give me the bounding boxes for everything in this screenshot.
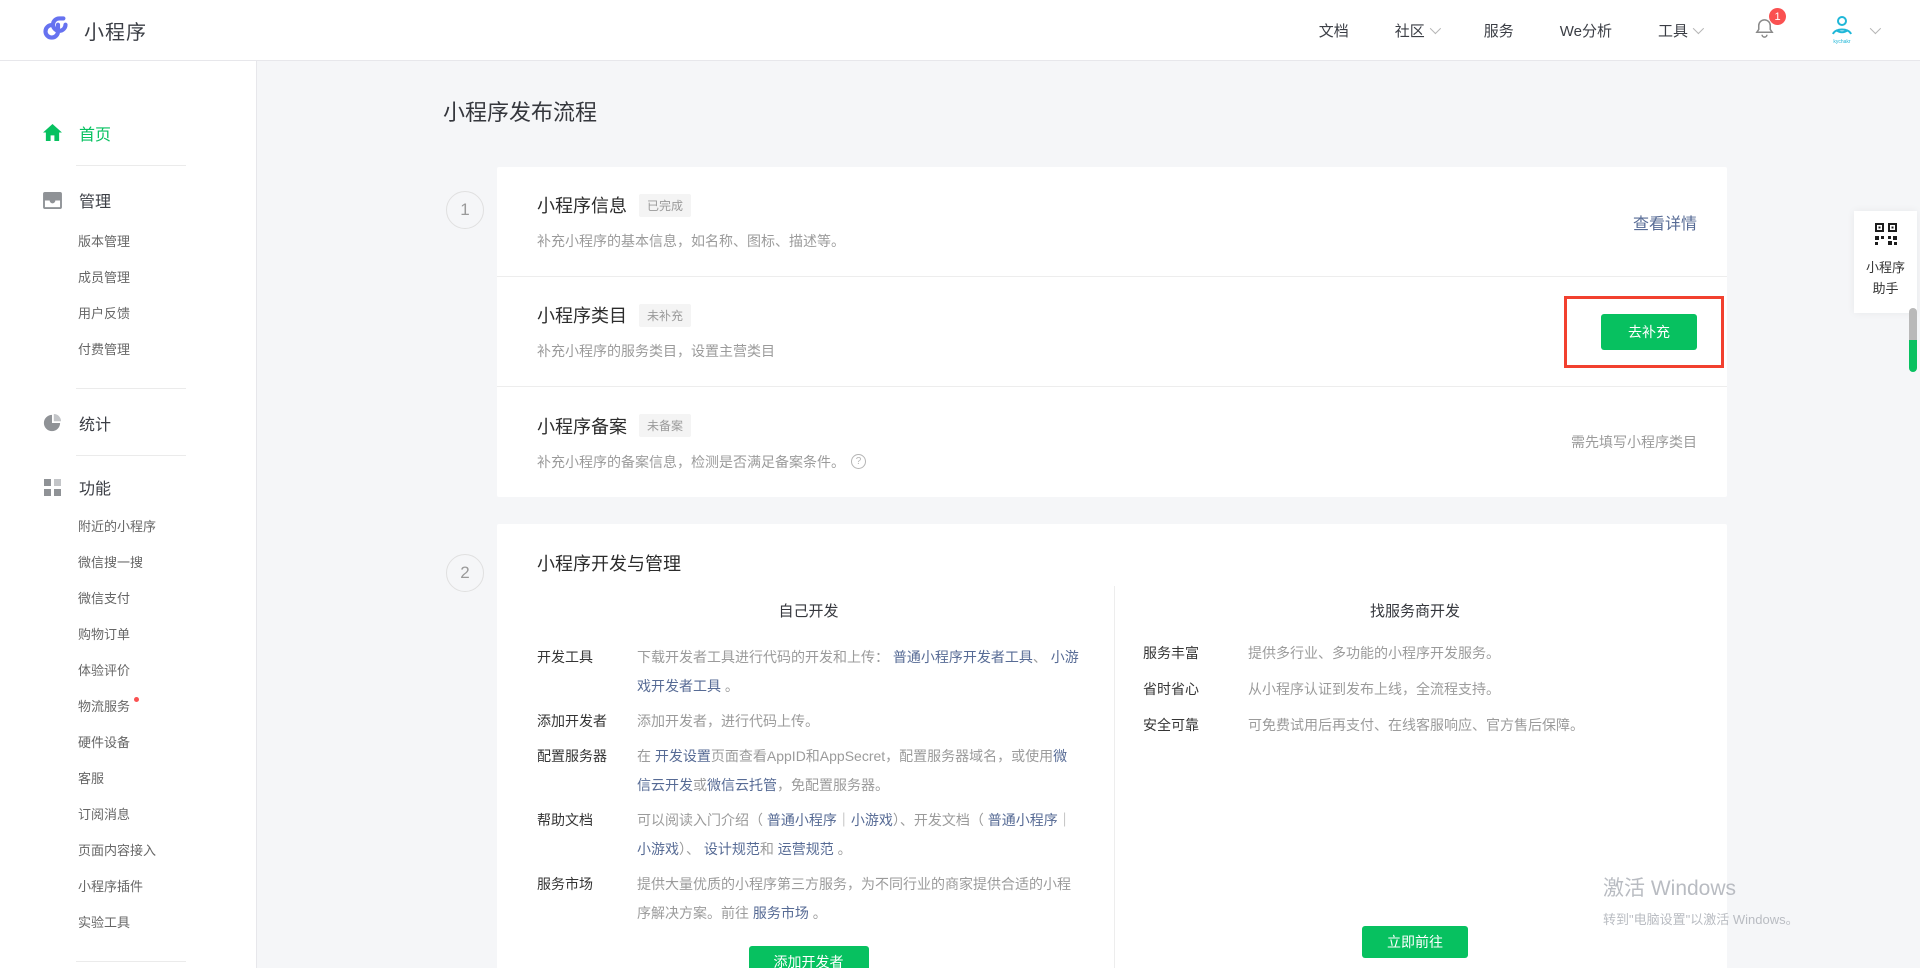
service-market-row: 服务市场 提供大量优质的小程序第三方服务，为不同行业的商家提供合适的小程序解决方…	[537, 870, 1080, 928]
sidebar-group-management[interactable]: 管理	[0, 188, 256, 212]
sidebar: 首页 管理 版本管理 成员管理 用户反馈 付费管理	[0, 61, 257, 968]
qr-code-icon	[1875, 232, 1897, 249]
section-title: 小程序备案	[537, 413, 627, 439]
vendor-develop-column: 找服务商开发 服务丰富 提供多行业、多功能的小程序开发服务。 省时省心 从小程序…	[1115, 586, 1687, 968]
intro-game-link[interactable]: 小游戏	[851, 812, 893, 828]
operation-spec-link[interactable]: 运营规范	[778, 841, 834, 857]
sidebar-item-wechat-search[interactable]: 微信搜一搜	[0, 545, 256, 581]
sidebar-item-miniprogram-plugins[interactable]: 小程序插件	[0, 869, 256, 905]
nav-docs[interactable]: 文档	[1319, 20, 1349, 41]
cloud-hosting-link[interactable]: 微信云托管	[707, 777, 777, 793]
sidebar-item-version-management[interactable]: 版本管理	[0, 224, 256, 260]
sidebar-item-nearby-miniprograms[interactable]: 附近的小程序	[0, 509, 256, 545]
new-indicator-dot	[134, 697, 139, 702]
miniprogram-filing-section: 小程序备案 未备案 补充小程序的备案信息，检测是否满足备案条件。 ? 需先填写小…	[497, 387, 1727, 497]
top-navigation: 文档 社区 服务 We分析 工具 1	[1319, 13, 1878, 47]
sidebar-item-logistics-service[interactable]: 物流服务	[0, 689, 256, 725]
step2-number: 2	[446, 554, 484, 592]
step1-number: 1	[446, 191, 484, 229]
design-spec-link[interactable]: 设计规范	[704, 841, 760, 857]
intro-miniprogram-link[interactable]: 普通小程序	[767, 812, 837, 828]
sidebar-item-home[interactable]: 首页	[0, 121, 256, 145]
bell-icon	[1753, 26, 1776, 43]
sidebar-group-statistics[interactable]: 统计	[0, 411, 256, 435]
home-icon	[42, 124, 62, 142]
sidebar-item-page-content-access[interactable]: 页面内容接入	[0, 833, 256, 869]
nav-we-analytics[interactable]: We分析	[1560, 20, 1612, 41]
miniprogram-info-section: 小程序信息 已完成 补充小程序的基本信息，如名称、图标、描述等。 查看详情	[497, 167, 1727, 277]
sidebar-item-user-feedback[interactable]: 用户反馈	[0, 296, 256, 332]
nav-community[interactable]: 社区	[1395, 20, 1438, 41]
sidebar-divider	[76, 455, 186, 456]
chevron-down-icon	[1693, 23, 1704, 34]
sidebar-divider	[76, 165, 186, 166]
topbar: 小程序 文档 社区 服务 We分析 工具 1	[0, 0, 1920, 61]
docs-game-link[interactable]: 小游戏	[637, 841, 679, 857]
help-docs-row: 帮助文档 可以阅读入门介绍（ 普通小程序｜小游戏）、开发文档（ 普通小程序｜小游…	[537, 806, 1080, 864]
sidebar-item-experimental-tools[interactable]: 实验工具	[0, 905, 256, 941]
help-icon[interactable]: ?	[851, 454, 866, 469]
configure-server-row: 配置服务器 在 开发设置页面查看AppID和AppSecret，配置服务器域名，…	[537, 742, 1080, 800]
add-developer-button[interactable]: 添加开发者	[749, 946, 869, 968]
column-header: 找服务商开发	[1143, 600, 1687, 621]
page-title: 小程序发布流程	[443, 95, 1920, 127]
dev-tools-row: 开发工具 下载开发者工具进行代码的开发和上传： 普通小程序开发者工具、 小游戏开…	[537, 643, 1080, 701]
sidebar-item-payment-management[interactable]: 付费管理	[0, 332, 256, 368]
sidebar-item-subscription-messages[interactable]: 订阅消息	[0, 797, 256, 833]
step1-card: 1 小程序信息 已完成 补充小程序的基本信息，如名称、图标、描述等。 查看详情	[497, 167, 1727, 497]
status-badge: 未备案	[639, 414, 691, 437]
pie-chart-icon	[42, 414, 62, 432]
avatar-caption: kychakr	[1833, 40, 1850, 45]
safe-reliable-row: 安全可靠 可免费试用后再支付、在线客服响应、官方售后保障。	[1143, 715, 1687, 736]
main-content: 小程序发布流程 1 小程序信息 已完成 补充小程序的基本信息，如名称、图标、描述…	[257, 61, 1920, 968]
sidebar-item-hardware-devices[interactable]: 硬件设备	[0, 725, 256, 761]
sidebar-item-experience-review[interactable]: 体验评价	[0, 653, 256, 689]
sidebar-divider	[76, 388, 186, 389]
status-badge: 未补充	[639, 304, 691, 327]
sidebar-item-wechat-pay[interactable]: 微信支付	[0, 581, 256, 617]
section-title: 小程序类目	[537, 302, 627, 328]
section-title: 小程序信息	[537, 192, 627, 218]
grid-icon	[42, 479, 62, 496]
prerequisite-note: 需先填写小程序类目	[1571, 432, 1697, 452]
scrollbar-thumb[interactable]	[1909, 308, 1917, 372]
status-badge: 已完成	[639, 194, 691, 217]
column-header: 自己开发	[537, 600, 1080, 621]
sidebar-item-member-management[interactable]: 成员管理	[0, 260, 256, 296]
sidebar-divider	[76, 961, 186, 962]
logo-text: 小程序	[84, 16, 147, 45]
notification-count-badge: 1	[1769, 8, 1786, 25]
chevron-down-icon	[1870, 23, 1881, 34]
step2-card: 2 小程序开发与管理 自己开发 开发工具 下载开发者工具进行代码的开发和上传： …	[497, 524, 1727, 968]
miniprogram-logo-icon	[43, 13, 73, 48]
self-develop-column: 自己开发 开发工具 下载开发者工具进行代码的开发和上传： 普通小程序开发者工具、…	[537, 586, 1115, 968]
app-logo[interactable]: 小程序	[43, 13, 147, 48]
docs-miniprogram-link[interactable]: 普通小程序	[988, 812, 1058, 828]
dev-settings-link[interactable]: 开发设置	[655, 748, 711, 764]
chevron-down-icon	[1429, 23, 1440, 34]
devtools-link[interactable]: 普通小程序开发者工具	[893, 649, 1033, 665]
time-saving-row: 省时省心 从小程序认证到发布上线，全流程支持。	[1143, 679, 1687, 700]
rich-services-row: 服务丰富 提供多行业、多功能的小程序开发服务。	[1143, 643, 1687, 664]
step2-title: 小程序开发与管理	[537, 550, 1687, 576]
add-developer-row: 添加开发者 添加开发者，进行代码上传。	[537, 707, 1080, 736]
go-now-button[interactable]: 立即前往	[1362, 926, 1468, 958]
service-market-link[interactable]: 服务市场	[753, 905, 809, 921]
view-details-link[interactable]: 查看详情	[1633, 210, 1697, 234]
sidebar-item-customer-service[interactable]: 客服	[0, 761, 256, 797]
go-complete-button[interactable]: 去补充	[1601, 314, 1697, 350]
miniprogram-category-section: 小程序类目 未补充 补充小程序的服务类目，设置主营类目 去补充	[497, 277, 1727, 387]
sidebar-group-features[interactable]: 功能	[0, 475, 256, 499]
nav-tools[interactable]: 工具	[1658, 20, 1701, 41]
avatar: kychakr	[1826, 13, 1858, 47]
tray-icon	[42, 192, 62, 209]
miniprogram-assistant-widget[interactable]: 小程序 助手	[1854, 211, 1917, 313]
notification-bell-button[interactable]: 1	[1753, 16, 1776, 44]
nav-services[interactable]: 服务	[1484, 20, 1514, 41]
sidebar-item-shopping-orders[interactable]: 购物订单	[0, 617, 256, 653]
account-menu[interactable]: kychakr	[1826, 13, 1878, 47]
